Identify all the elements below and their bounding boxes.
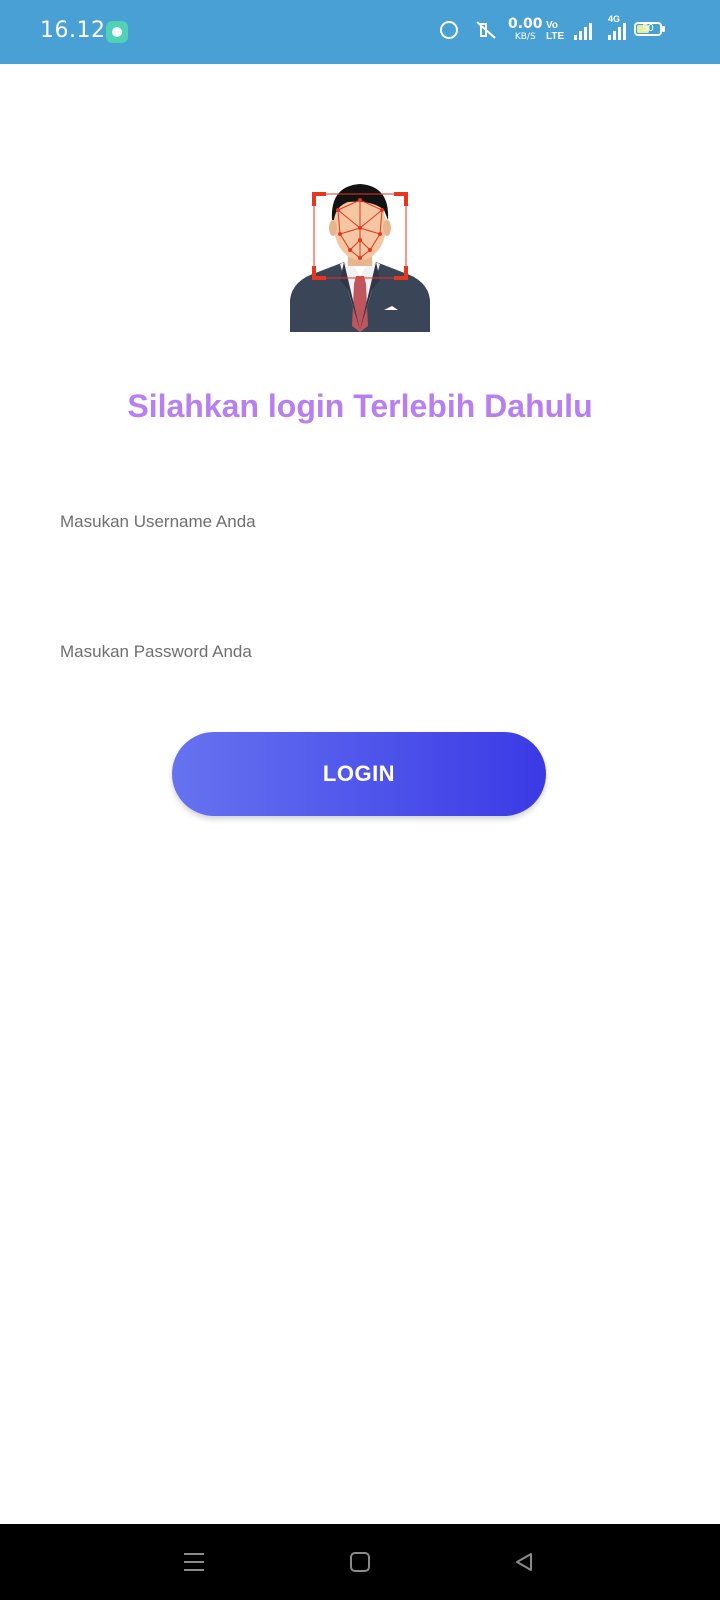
volte-indicator: Vo LTE [546, 20, 564, 42]
mute-icon [474, 20, 498, 45]
back-button[interactable] [484, 1524, 564, 1600]
login-title: Silahkan login Terlebih Dahulu [127, 388, 593, 424]
chat-icon [106, 21, 128, 43]
back-icon [516, 1553, 532, 1571]
volte-bottom: LTE [546, 31, 565, 42]
username-input[interactable] [60, 492, 660, 552]
signal-icon [574, 22, 592, 40]
signal-icon-2 [608, 22, 626, 40]
menu-icon [184, 1553, 204, 1571]
home-button[interactable] [320, 1524, 400, 1600]
home-icon [350, 1552, 370, 1572]
status-time: 16.12 [40, 18, 106, 43]
login-button[interactable]: LOGIN [172, 732, 546, 816]
network-speed-unit: KB/S [514, 32, 536, 42]
password-input[interactable] [60, 622, 660, 682]
face-recognition-avatar [288, 180, 432, 332]
navigation-bar [0, 1524, 720, 1600]
network-speed-value: 0.00 [508, 16, 543, 32]
network-speed: 0.00 KB/S [508, 16, 543, 44]
menu-button[interactable] [154, 1524, 234, 1600]
battery-icon: 50 [634, 22, 665, 36]
alarm-icon [440, 21, 458, 39]
volte-top: Vo [546, 20, 559, 31]
status-bar: 16.12 0.00 KB/S Vo LTE 4G 50 [0, 0, 720, 64]
battery-level: 50 [642, 23, 654, 34]
